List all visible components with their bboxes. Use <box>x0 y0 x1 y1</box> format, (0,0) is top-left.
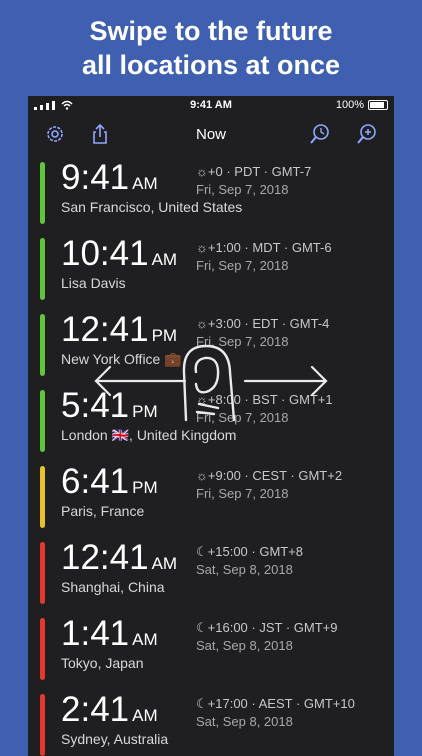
local-time: 9:41 AM <box>61 158 158 197</box>
timezone-offset: ☾+17:00 · AEST · GMT+10 <box>196 696 355 711</box>
battery-icon <box>368 100 388 110</box>
status-stripe <box>40 238 45 300</box>
location-row-2[interactable]: 12:41 PM New York Office 💼 ☼+3:00 · EDT ·… <box>28 310 394 386</box>
local-time: 5:41 PM <box>61 386 158 425</box>
local-time: 1:41 AM <box>61 614 158 653</box>
local-date: Fri, Sep 7, 2018 <box>196 486 289 501</box>
location-name: Paris, France <box>61 503 145 519</box>
timezone-offset: ☼+9:00 · CEST · GMT+2 <box>196 468 343 483</box>
location-row-4[interactable]: 6:41 PM Paris, France ☼+9:00 · CEST · GMT… <box>28 462 394 538</box>
local-date: Sat, Sep 8, 2018 <box>196 562 293 577</box>
timezone-offset: ☼+8:00 · BST · GMT+1 <box>196 392 333 407</box>
local-date: Sat, Sep 8, 2018 <box>196 638 293 653</box>
location-name: Shanghai, China <box>61 579 165 595</box>
location-row-6[interactable]: 1:41 AM Tokyo, Japan ☾+16:00 · JST · GMT+… <box>28 614 394 690</box>
location-name: Tokyo, Japan <box>61 655 144 671</box>
local-time: 12:41 AM <box>61 538 178 577</box>
location-row-5[interactable]: 12:41 AM Shanghai, China ☾+15:00 · GMT+8 … <box>28 538 394 614</box>
nav-title: Now <box>195 126 226 143</box>
location-name: Lisa Davis <box>61 275 126 291</box>
zoom-plus-icon[interactable] <box>355 122 379 146</box>
status-stripe <box>40 390 45 452</box>
status-stripe <box>40 542 45 604</box>
status-stripe <box>40 694 45 756</box>
local-date: Fri, Sep 7, 2018 <box>196 258 289 273</box>
local-date: Fri, Sep 7, 2018 <box>196 182 289 197</box>
phone-screen: 9:41 AM 100% Now 9:41 AM San Francisco, … <box>28 96 394 756</box>
status-bar: 9:41 AM 100% <box>28 96 394 114</box>
location-name: New York Office 💼 <box>61 351 182 367</box>
headline: Swipe to the future all locations at onc… <box>0 14 422 82</box>
location-name: London 🇬🇧, United Kingdom <box>61 427 237 443</box>
headline-line-2: all locations at once <box>81 50 341 80</box>
location-row-3[interactable]: 5:41 PM London 🇬🇧, United Kingdom ☼+8:00 … <box>28 386 394 462</box>
timezone-offset: ☾+16:00 · JST · GMT+9 <box>196 620 338 635</box>
headline-line-1: Swipe to the future <box>89 16 333 46</box>
local-date: Fri, Sep 7, 2018 <box>196 334 289 349</box>
local-time: 12:41 PM <box>61 310 178 349</box>
timezone-offset: ☼+0 · PDT · GMT-7 <box>196 164 312 179</box>
timezone-offset: ☾+15:00 · GMT+8 <box>196 544 304 559</box>
local-time: 2:41 AM <box>61 690 158 729</box>
location-row-1[interactable]: 10:41 AM Lisa Davis ☼+1:00 · MDT · GMT-6 … <box>28 234 394 310</box>
location-name: Sydney, Australia <box>61 731 169 747</box>
status-stripe <box>40 314 45 376</box>
clock-search-icon[interactable] <box>308 122 332 146</box>
status-stripe <box>40 466 45 528</box>
battery-indicator: 100% <box>336 99 388 111</box>
location-row-0[interactable]: 9:41 AM San Francisco, United States ☼+0 … <box>28 158 394 234</box>
local-time: 10:41 AM <box>61 234 178 273</box>
local-date: Fri, Sep 7, 2018 <box>196 410 289 425</box>
location-name: San Francisco, United States <box>61 199 243 215</box>
timezone-offset: ☼+1:00 · MDT · GMT-6 <box>196 240 332 255</box>
timezone-offset: ☼+3:00 · EDT · GMT-4 <box>196 316 330 331</box>
status-stripe <box>40 162 45 224</box>
local-date: Sat, Sep 8, 2018 <box>196 714 293 729</box>
battery-percent: 100% <box>335 99 364 111</box>
local-time: 6:41 PM <box>61 462 158 501</box>
status-stripe <box>40 618 45 680</box>
nav-bar: Now <box>28 118 394 150</box>
location-row-7[interactable]: 2:41 AM Sydney, Australia ☾+17:00 · AEST … <box>28 690 394 756</box>
